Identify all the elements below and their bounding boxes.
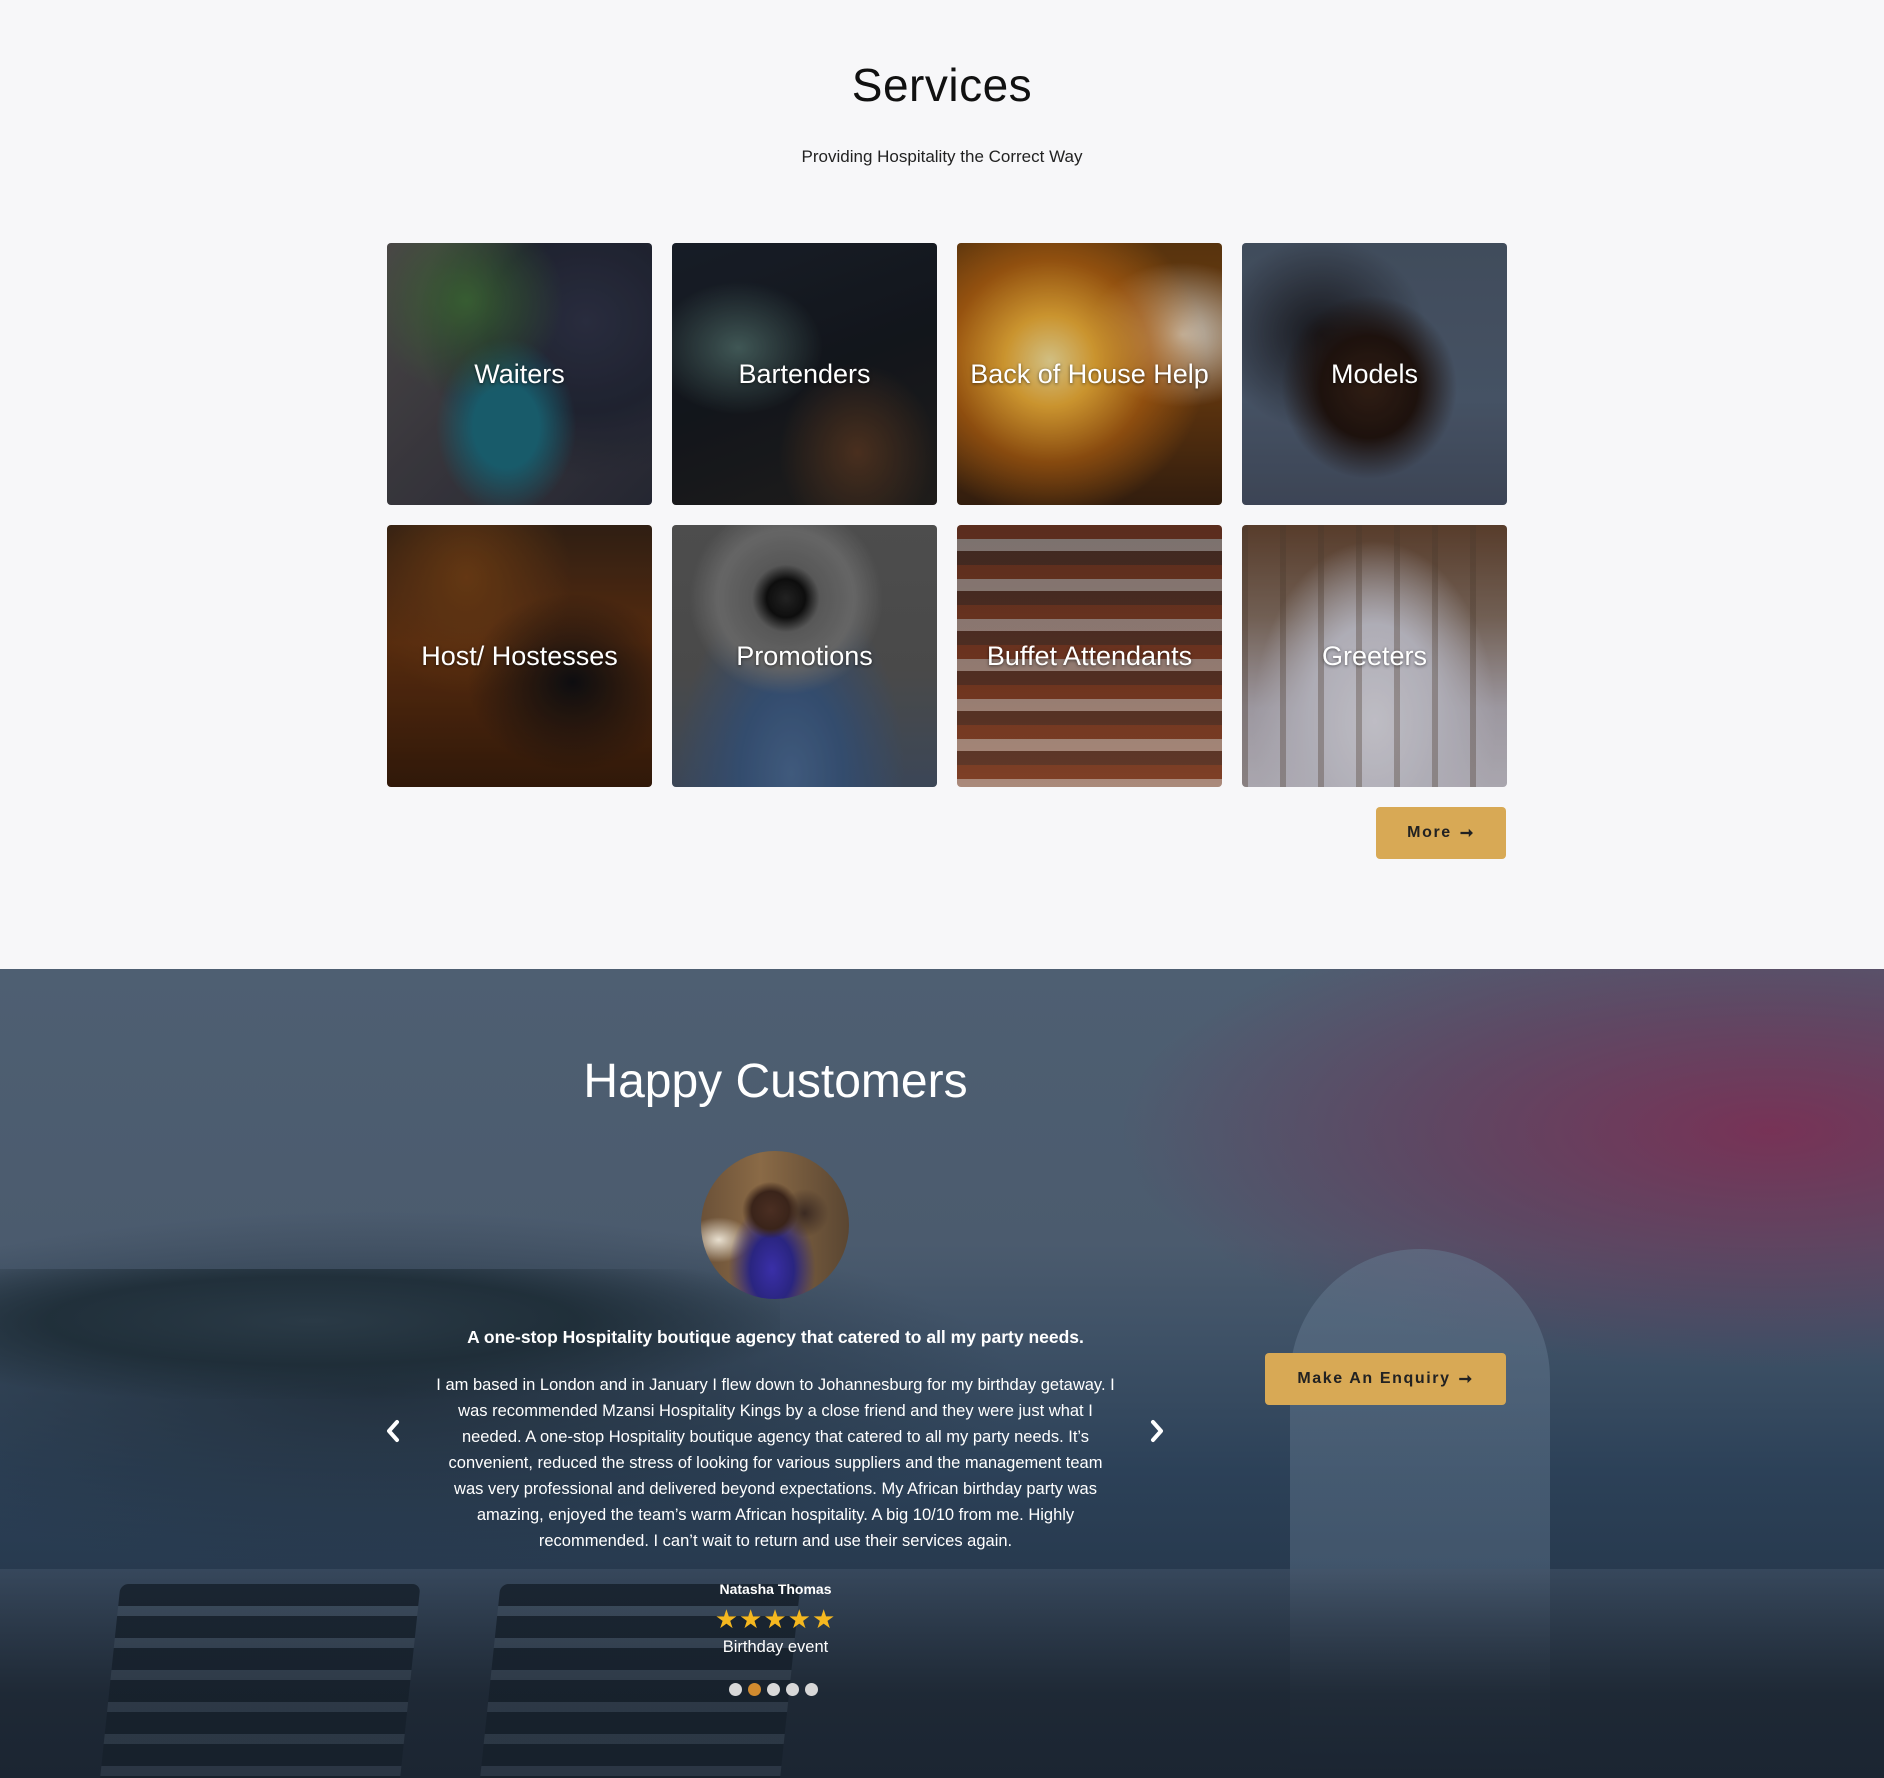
carousel-dot[interactable] xyxy=(786,1683,799,1696)
services-grid: Waiters Bartenders Back of House Help Mo… xyxy=(387,243,1507,787)
more-button[interactable]: More ➞ xyxy=(1376,807,1506,859)
testimonial-headline: A one-stop Hospitality boutique agency t… xyxy=(467,1327,1084,1347)
service-card-label: Host/ Hostesses xyxy=(421,640,618,671)
carousel-dot[interactable] xyxy=(805,1683,818,1696)
reviewer-event: Birthday event xyxy=(722,1638,829,1656)
service-card-back-of-house[interactable]: Back of House Help xyxy=(957,243,1222,505)
service-card-buffet-attendants[interactable]: Buffet Attendants xyxy=(957,525,1222,787)
service-card-label: Promotions xyxy=(736,640,873,671)
services-section: Services Providing Hospitality the Corre… xyxy=(0,0,1884,969)
services-subtitle: Providing Hospitality the Correct Way xyxy=(801,147,1083,166)
carousel-dots xyxy=(729,1683,818,1696)
make-enquiry-button[interactable]: Make An Enquiry ➞ xyxy=(1265,1353,1506,1405)
arrow-right-icon: ➞ xyxy=(1458,1371,1474,1388)
more-button-label: More xyxy=(1407,824,1452,841)
service-card-label: Buffet Attendants xyxy=(986,640,1193,671)
service-card-promotions[interactable]: Promotions xyxy=(672,525,937,787)
service-card-label: Back of House Help xyxy=(970,358,1209,389)
enquiry-button-label: Make An Enquiry xyxy=(1297,1370,1451,1387)
carousel-dot-active[interactable] xyxy=(748,1683,761,1696)
service-card-models[interactable]: Models xyxy=(1242,243,1507,505)
reviewer-avatar xyxy=(701,1151,849,1299)
chevron-left-icon[interactable] xyxy=(378,1411,408,1451)
chevron-right-icon[interactable] xyxy=(1142,1411,1172,1451)
services-title: Services xyxy=(851,59,1033,111)
customers-title: Happy Customers xyxy=(583,1055,968,1108)
service-card-label: Waiters xyxy=(474,358,565,389)
star-rating: ★★★★★ xyxy=(714,1604,837,1634)
carousel-dot[interactable] xyxy=(729,1683,742,1696)
service-card-hosts[interactable]: Host/ Hostesses xyxy=(387,525,652,787)
testimonial-body: I am based in London and in January I fl… xyxy=(436,1376,1115,1550)
reviewer-name: Natasha Thomas xyxy=(719,1581,832,1597)
service-card-label: Models xyxy=(1330,358,1419,389)
service-card-bartenders[interactable]: Bartenders xyxy=(672,243,937,505)
carousel-dot[interactable] xyxy=(767,1683,780,1696)
service-card-label: Greeters xyxy=(1321,640,1428,671)
service-card-waiters[interactable]: Waiters xyxy=(387,243,652,505)
service-card-label: Bartenders xyxy=(738,358,871,389)
service-card-greeters[interactable]: Greeters xyxy=(1242,525,1507,787)
arrow-right-icon: ➞ xyxy=(1459,825,1475,842)
